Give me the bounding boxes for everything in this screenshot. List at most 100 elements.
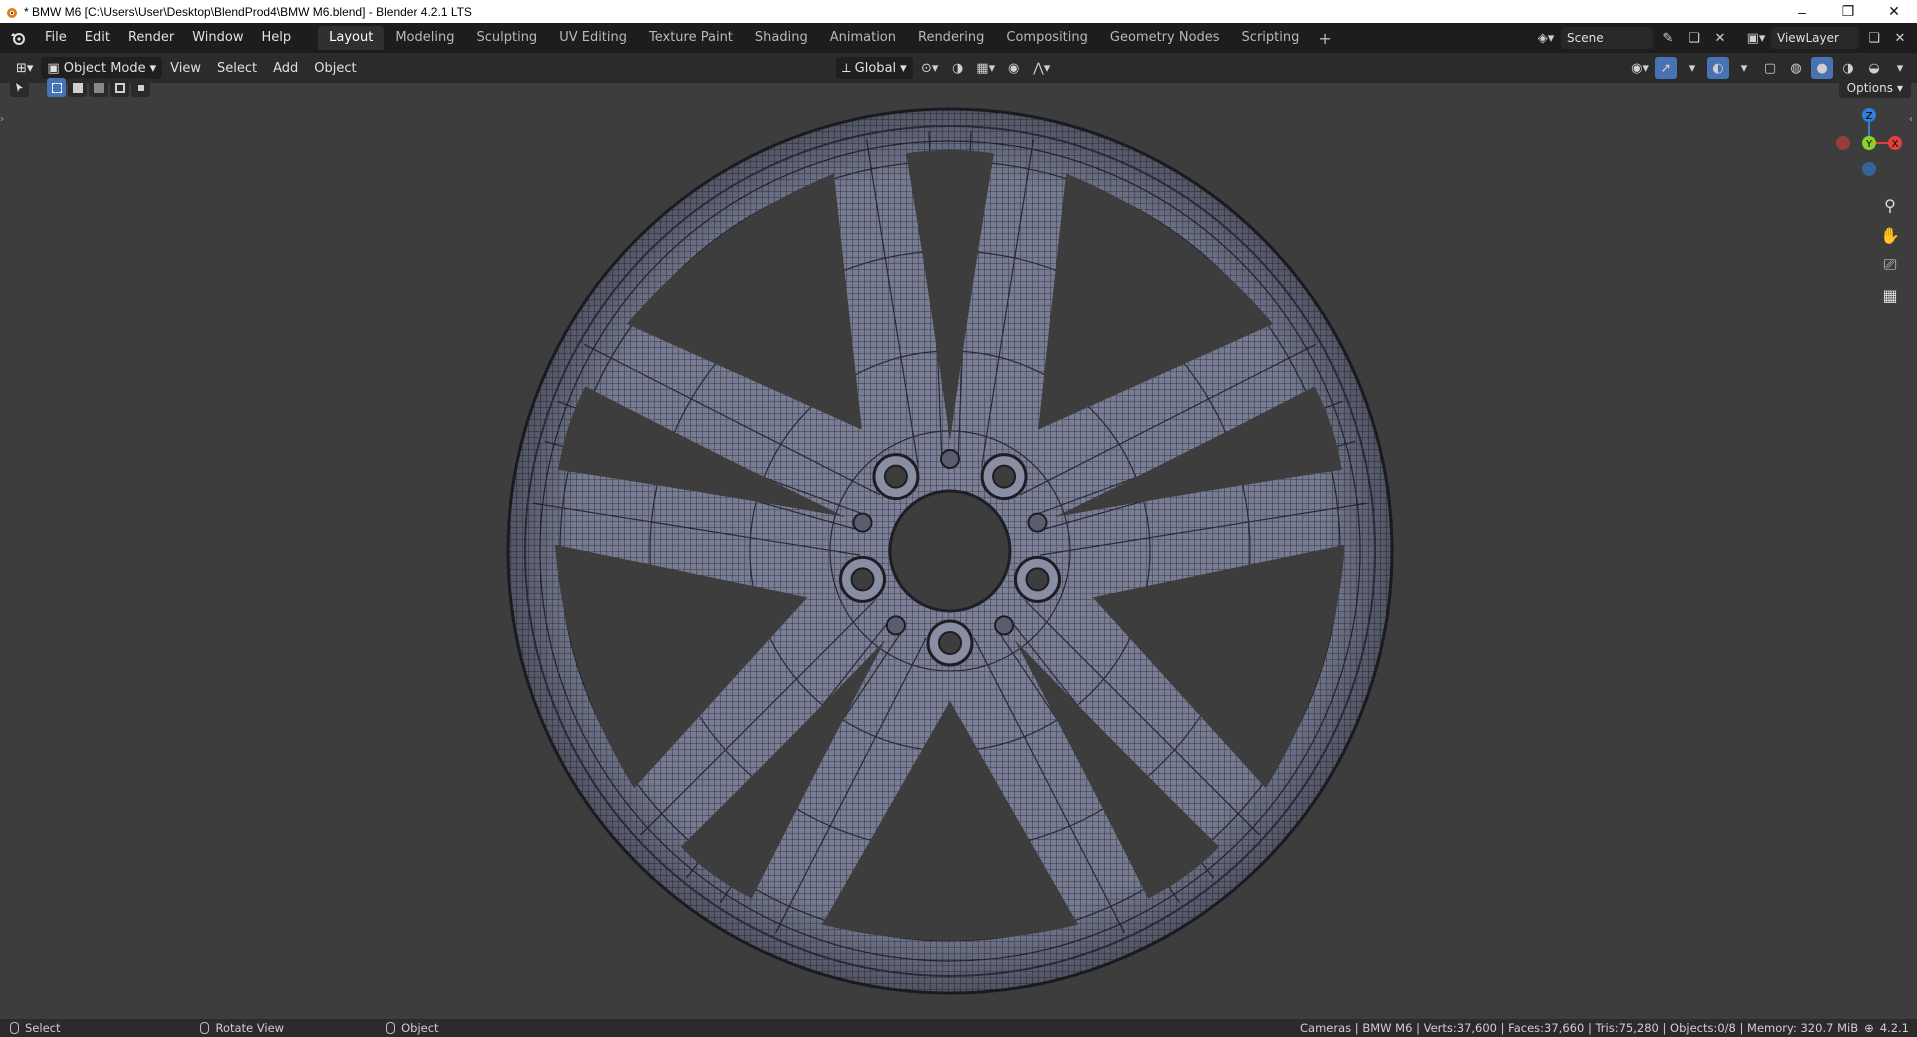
mouse-right-icon [386,1022,396,1034]
view-layer-field[interactable]: ViewLayer [1771,27,1859,49]
mode-dropdown[interactable]: ▣ Object Mode ▾ [41,57,163,79]
pivot-point-icon[interactable]: ⊙▾ [919,57,941,79]
pin-icon[interactable]: ✎ [1657,27,1679,49]
select-box-tool-icon[interactable] [10,78,29,97]
camera-view-icon[interactable]: ⎚ [1877,252,1903,278]
status-rotate-label: Rotate View [215,1021,285,1035]
axis-z-label: Z [1866,111,1873,122]
3d-viewport[interactable]: Z X Y [0,83,1917,1019]
tab-shading[interactable]: Shading [744,26,819,50]
orientation-label: Global [854,60,897,76]
scene-controls: ◈▾ Scene ✎ ❏ ✕ ▣▾ ViewLayer ❏ ✕ [1535,23,1917,53]
tab-sculpting[interactable]: Sculpting [465,26,548,50]
lug-nut [926,619,974,667]
minimize-button[interactable]: – [1779,0,1825,23]
tab-scripting[interactable]: Scripting [1231,26,1311,50]
object-mode-icon: ▣ [47,60,60,76]
proportional-edit-icon[interactable]: ◉ [1003,57,1025,79]
delete-viewlayer-icon[interactable]: ✕ [1889,27,1911,49]
menu-object[interactable]: Object [306,57,364,79]
tab-rendering[interactable]: Rendering [907,26,995,50]
axis-neg-z-icon[interactable] [1862,162,1876,176]
tab-texture-paint[interactable]: Texture Paint [638,26,744,50]
shading-dropdown-icon[interactable]: ▾ [1889,57,1911,79]
gizmo-dropdown-icon[interactable]: ▾ [1681,57,1703,79]
select-invert-mode-icon[interactable] [110,78,129,97]
editor-type-icon[interactable]: ⊞▾ [8,57,41,79]
tab-layout[interactable]: Layout [318,26,385,50]
sidebar-expand-icon[interactable]: ‹ [1909,114,1917,128]
visibility-icon[interactable]: ◉▾ [1629,57,1651,79]
select-extend-mode-icon[interactable] [68,78,87,97]
valve-hole [1027,512,1048,533]
menu-add[interactable]: Add [265,57,306,79]
tab-uv-editing[interactable]: UV Editing [548,26,638,50]
solid-shading-icon[interactable]: ● [1811,57,1833,79]
zoom-icon[interactable]: ⚲ [1877,192,1903,218]
mouse-middle-icon [200,1022,210,1034]
perspective-grid-icon[interactable]: ▦ [1877,282,1903,308]
navigation-gizmo[interactable]: Z X Y [1831,105,1907,181]
status-bar: Select Rotate View Object Cameras | BMW … [0,1019,1917,1037]
snap-target-icon[interactable]: ▦▾ [975,57,997,79]
menu-help[interactable]: Help [253,27,301,49]
restore-button[interactable]: ❐ [1825,0,1871,23]
toolbar-expand-icon[interactable]: › [0,114,8,128]
tab-modeling[interactable]: Modeling [384,26,465,50]
material-shading-icon[interactable]: ◑ [1837,57,1859,79]
options-button[interactable]: Options ▾ [1838,77,1911,98]
rendered-shading-icon[interactable]: ◒ [1863,57,1885,79]
menu-edit[interactable]: Edit [76,27,119,49]
scene-selector-icon[interactable]: ◈▾ [1535,27,1557,49]
status-object-label: Object [401,1021,439,1035]
scene-name-field[interactable]: Scene [1561,27,1653,49]
overlay-dropdown-icon[interactable]: ▾ [1733,57,1755,79]
select-tool-group [10,78,150,97]
valve-hole [940,449,960,469]
axis-neg-x-icon[interactable] [1836,136,1850,150]
close-button[interactable]: ✕ [1871,0,1917,23]
falloff-icon[interactable]: ⋀▾ [1031,57,1053,79]
axis-x-label: X [1892,139,1899,150]
tab-compositing[interactable]: Compositing [995,26,1099,50]
menu-render[interactable]: Render [119,27,183,49]
mode-label: Object Mode [63,60,146,76]
blender-menu-icon[interactable] [0,23,36,53]
options-label: Options [1846,80,1893,95]
menu-file[interactable]: File [36,27,76,49]
valve-hole [852,512,873,533]
scene-statistics: Cameras | BMW M6 | Verts:37,600 | Faces:… [1300,1021,1859,1035]
pan-hand-icon[interactable]: ✋ [1877,222,1903,248]
overlay-toggle-icon[interactable]: ◐ [1707,57,1729,79]
select-subtract-mode-icon[interactable] [89,78,108,97]
select-new-mode-icon[interactable] [47,78,66,97]
select-intersect-mode-icon[interactable] [131,78,150,97]
viewport-display-controls: ◉▾ ➚ ▾ ◐ ▾ ▢ ◍ ● ◑ ◒ ▾ [1629,57,1911,79]
globe-icon: ⊕ [1864,1021,1874,1035]
status-stats: Cameras | BMW M6 | Verts:37,600 | Faces:… [1300,1019,1909,1037]
menu-view[interactable]: View [162,57,209,79]
tab-geometry-nodes[interactable]: Geometry Nodes [1099,26,1231,50]
add-workspace-button[interactable]: + [1310,29,1339,48]
viewlayer-selector-icon[interactable]: ▣▾ [1745,27,1767,49]
new-scene-icon[interactable]: ❏ [1683,27,1705,49]
lug-nut [980,453,1028,501]
delete-scene-icon[interactable]: ✕ [1709,27,1731,49]
status-select-label: Select [25,1021,61,1035]
valve-hole [885,615,906,636]
menu-select[interactable]: Select [209,57,265,79]
orientation-dropdown[interactable]: ⟂ Global ▾ [836,57,913,79]
menu-window[interactable]: Window [183,27,252,49]
viewport-header: ⊞▾ ▣ Object Mode ▾ View Select Add Objec… [0,53,1917,83]
status-select: Select [10,1021,60,1035]
tab-animation[interactable]: Animation [819,26,907,50]
gizmo-toggle-icon[interactable]: ➚ [1655,57,1677,79]
wireframe-shading-icon[interactable]: ◍ [1785,57,1807,79]
axis-y-label: Y [1865,139,1873,150]
new-viewlayer-icon[interactable]: ❏ [1863,27,1885,49]
orientation-icon: ⟂ [842,60,851,76]
top-bar: File Edit Render Window Help Layout Mode… [0,23,1917,53]
snap-icon[interactable]: ◑ [947,57,969,79]
lug-nut [839,555,887,603]
xray-icon[interactable]: ▢ [1759,57,1781,79]
